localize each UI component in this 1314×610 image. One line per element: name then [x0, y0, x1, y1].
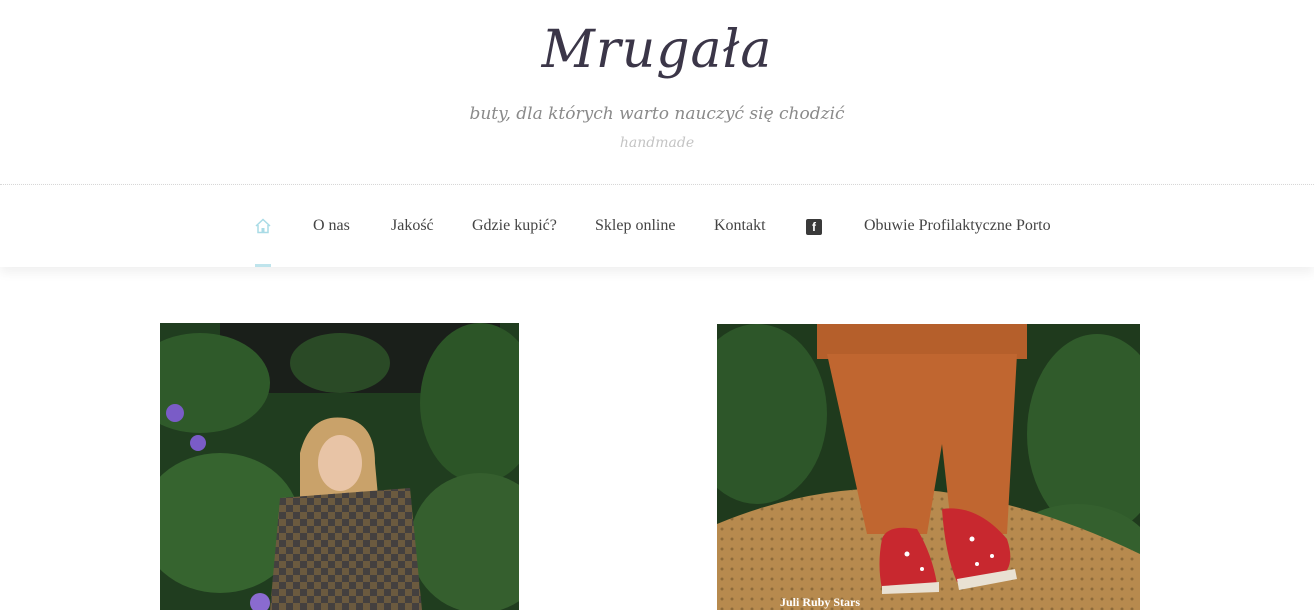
photo-caption: Juli Ruby Stars [780, 595, 861, 609]
site-header: Mrugała buty, dla których warto nauczyć … [0, 0, 1314, 185]
nav-item-gdzie-kupic[interactable]: Gdzie kupić? [472, 217, 557, 235]
nav-item-jakosc[interactable]: Jakość [391, 217, 434, 235]
nav-item-obuwie-porto[interactable]: Obuwie Profilaktyczne Porto [864, 217, 1051, 235]
photo-girl-image [160, 323, 519, 610]
nav-item-kontakt[interactable]: Kontakt [714, 217, 766, 235]
nav-item-o-nas[interactable]: O nas [313, 217, 350, 235]
site-logo[interactable]: Mrugała [0, 20, 1314, 80]
active-indicator [255, 264, 271, 267]
photo-shoes-image [717, 324, 1140, 610]
facebook-icon[interactable]: f [806, 219, 822, 235]
main-navigation: O nas Jakość Gdzie kupić? Sklep online K… [0, 185, 1314, 267]
nav-item-sklep-online[interactable]: Sklep online [595, 217, 675, 235]
site-tagline: buty, dla których warto nauczyć się chod… [469, 104, 845, 124]
home-icon[interactable] [255, 218, 271, 234]
gallery-photo-shoes[interactable]: Juli Ruby Stars [717, 324, 1140, 610]
site-subtagline: handmade [619, 135, 695, 151]
gallery-photo-girl[interactable] [160, 323, 519, 610]
